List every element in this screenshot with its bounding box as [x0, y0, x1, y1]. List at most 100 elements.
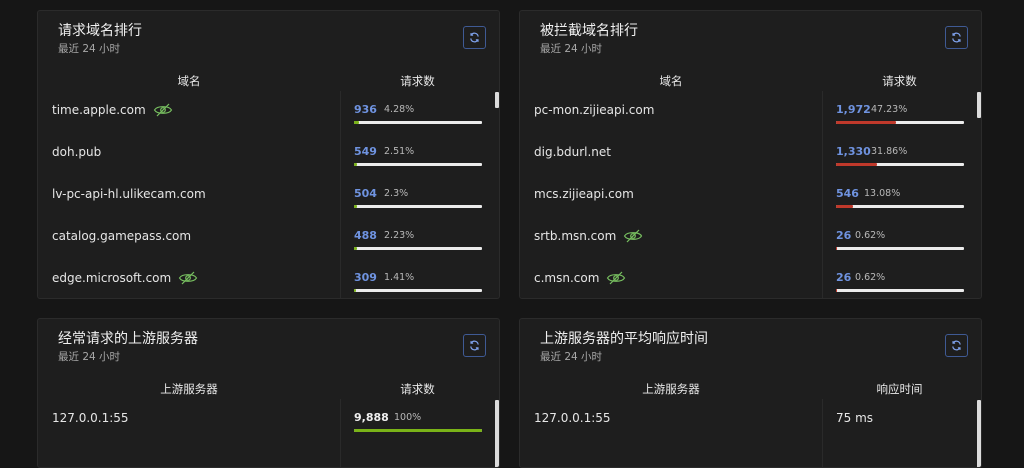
table-row[interactable]: 127.0.0.1:55 9,888 100% [38, 399, 499, 441]
refresh-icon [470, 32, 479, 43]
request-count: 504 [354, 187, 377, 200]
request-percent: 2.3% [384, 188, 409, 199]
upstream-server[interactable]: 127.0.0.1:55 [52, 411, 129, 425]
progress-bar [354, 429, 482, 432]
table-row[interactable]: 127.0.0.1:55 75 ms [520, 399, 981, 441]
progress-fill [354, 163, 358, 166]
request-percent: 0.62% [855, 230, 886, 241]
progress-bar [836, 163, 964, 166]
domain-name[interactable]: lv-pc-api-hl.ulikecam.com [52, 187, 206, 201]
request-percent: 2.23% [384, 230, 415, 241]
request-percent: 1.41% [384, 272, 415, 283]
card-title: 经常请求的上游服务器 [58, 331, 198, 347]
response-time: 75 ms [836, 411, 874, 425]
table-header: 域名 请求数 [520, 73, 981, 89]
column-header-upstream[interactable]: 上游服务器 [520, 381, 822, 397]
progress-fill [354, 205, 357, 208]
progress-bar [354, 247, 482, 250]
progress-fill [354, 429, 482, 432]
table-row[interactable]: doh.pub 549 2.51% [38, 133, 499, 175]
top-upstreams-card: 经常请求的上游服务器 最近 24 小时 上游服务器 请求数 127.0.0.1:… [37, 318, 500, 468]
request-percent: 0.62% [855, 272, 886, 283]
column-header-domain[interactable]: 域名 [520, 73, 822, 89]
table-row[interactable]: catalog.gamepass.com 488 2.23% [38, 217, 499, 259]
column-header-upstream[interactable]: 上游服务器 [38, 381, 340, 397]
domain-name[interactable]: catalog.gamepass.com [52, 229, 191, 243]
column-header-count[interactable]: 请求数 [340, 73, 495, 89]
progress-fill [354, 289, 356, 292]
domain-name[interactable]: pc-mon.zijieapi.com [534, 103, 654, 117]
refresh-button[interactable] [463, 334, 486, 357]
request-count: 549 [354, 145, 377, 158]
domain-name[interactable]: doh.pub [52, 145, 101, 159]
request-count: 9,888 [354, 411, 389, 424]
domain-name[interactable]: mcs.zijieapi.com [534, 187, 634, 201]
request-percent: 31.86% [871, 146, 908, 157]
progress-fill [836, 205, 853, 208]
progress-fill [836, 121, 897, 124]
eye-off-icon[interactable] [606, 271, 626, 285]
refresh-button[interactable] [945, 334, 968, 357]
table-row[interactable]: edge.microsoft.com 309 1.41% [38, 259, 499, 298]
table-row[interactable]: time.apple.com 936 4.28% [38, 91, 499, 133]
card-subtitle: 最近 24 小时 [58, 43, 121, 55]
refresh-icon [952, 32, 961, 43]
progress-bar [836, 205, 964, 208]
card-title: 请求域名排行 [58, 23, 142, 39]
top-queried-domains-card: 请求域名排行 最近 24 小时 域名 请求数 time.apple.com 93… [37, 10, 500, 299]
column-header-domain[interactable]: 域名 [38, 73, 340, 89]
refresh-button[interactable] [463, 26, 486, 49]
table-row[interactable]: mcs.zijieapi.com 546 13.08% [520, 175, 981, 217]
request-count: 1,330 [836, 145, 871, 158]
eye-off-icon[interactable] [153, 103, 173, 117]
request-percent: 2.51% [384, 146, 415, 157]
domain-name[interactable]: time.apple.com [52, 103, 173, 117]
column-header-count[interactable]: 请求数 [340, 381, 495, 397]
refresh-icon [952, 340, 961, 351]
progress-fill [836, 247, 837, 250]
card-subtitle: 最近 24 小时 [58, 351, 121, 363]
request-count: 26 [836, 229, 852, 242]
column-header-response-time[interactable]: 响应时间 [822, 381, 977, 397]
column-header-count[interactable]: 请求数 [822, 73, 977, 89]
table-row[interactable]: dig.bdurl.net 1,330 31.86% [520, 133, 981, 175]
request-count: 1,972 [836, 103, 871, 116]
card-subtitle: 最近 24 小时 [540, 351, 603, 363]
domain-name[interactable]: dig.bdurl.net [534, 145, 611, 159]
request-percent: 13.08% [864, 188, 901, 199]
eye-off-icon[interactable] [178, 271, 198, 285]
card-title: 上游服务器的平均响应时间 [540, 331, 708, 347]
request-percent: 4.28% [384, 104, 415, 115]
progress-bar [354, 289, 482, 292]
table-row[interactable]: srtb.msn.com 26 0.62% [520, 217, 981, 259]
progress-bar [354, 121, 482, 124]
table-row[interactable]: c.msn.com 26 0.62% [520, 259, 981, 298]
request-count: 309 [354, 271, 377, 284]
eye-off-icon[interactable] [623, 229, 643, 243]
top-blocked-domains-card: 被拦截域名排行 最近 24 小时 域名 请求数 pc-mon.zijieapi.… [519, 10, 982, 299]
request-count: 26 [836, 271, 852, 284]
progress-fill [354, 247, 357, 250]
table-row[interactable]: lv-pc-api-hl.ulikecam.com 504 2.3% [38, 175, 499, 217]
table-row[interactable]: pc-mon.zijieapi.com 1,972 47.23% [520, 91, 981, 133]
table-header: 上游服务器 响应时间 [520, 381, 981, 397]
request-count: 936 [354, 103, 377, 116]
progress-fill [354, 121, 360, 124]
table-header: 上游服务器 请求数 [38, 381, 499, 397]
progress-fill [836, 163, 877, 166]
request-count: 488 [354, 229, 377, 242]
progress-fill [836, 289, 837, 292]
progress-bar [354, 205, 482, 208]
domain-name[interactable]: edge.microsoft.com [52, 271, 198, 285]
request-percent: 100% [394, 412, 422, 423]
request-count: 546 [836, 187, 859, 200]
request-percent: 47.23% [871, 104, 908, 115]
upstream-server[interactable]: 127.0.0.1:55 [534, 411, 611, 425]
domain-name[interactable]: c.msn.com [534, 271, 626, 285]
refresh-button[interactable] [945, 26, 968, 49]
progress-bar [354, 163, 482, 166]
refresh-icon [470, 340, 479, 351]
domain-name[interactable]: srtb.msn.com [534, 229, 643, 243]
progress-bar [836, 289, 964, 292]
progress-bar [836, 121, 964, 124]
